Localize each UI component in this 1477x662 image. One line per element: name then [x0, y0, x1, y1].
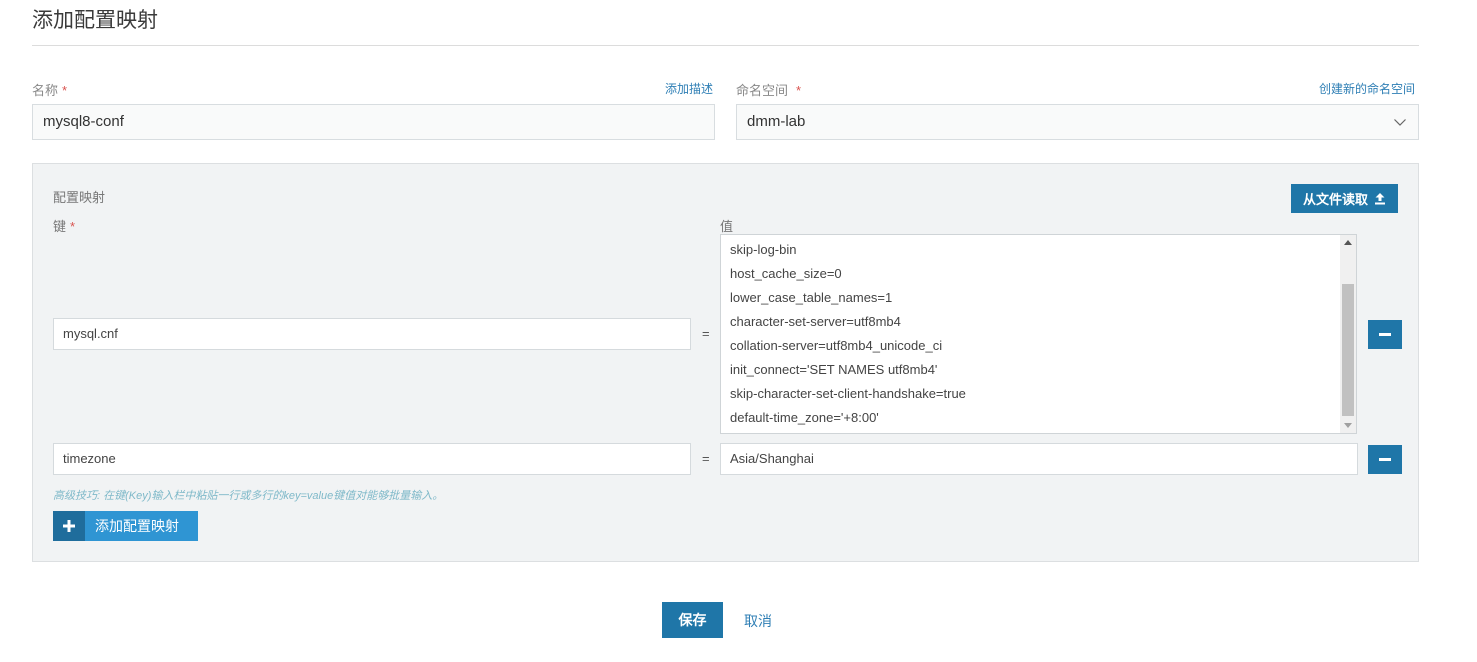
- key-input[interactable]: mysql.cnf: [53, 318, 691, 350]
- namespace-select[interactable]: dmm-lab: [736, 104, 1419, 140]
- config-map-section-label: 配置映射: [53, 190, 106, 205]
- namespace-select-value: dmm-lab: [747, 113, 806, 130]
- required-mark: *: [796, 83, 802, 98]
- namespace-label: 命名空间 *: [736, 80, 801, 99]
- scrollbar-thumb[interactable]: [1342, 284, 1354, 416]
- textarea-scrollbar[interactable]: [1340, 235, 1356, 433]
- upload-icon: [1375, 193, 1385, 205]
- add-config-map-label: 添加配置映射: [95, 518, 179, 534]
- equals-sign: =: [702, 451, 710, 466]
- key-input[interactable]: timezone: [53, 443, 691, 475]
- value-line: character-set-server=utf8mb4: [730, 314, 901, 329]
- value-line: collation-server=utf8mb4_unicode_ci: [730, 338, 943, 353]
- create-namespace-link[interactable]: 创建新的命名空间: [1319, 80, 1415, 97]
- required-mark: *: [62, 83, 68, 98]
- key-label-text: 键: [53, 219, 67, 234]
- save-button[interactable]: 保存: [662, 602, 723, 638]
- title-divider: [32, 45, 1419, 46]
- value-textarea[interactable]: skip-log-bin host_cache_size=0 lower_cas…: [720, 234, 1357, 434]
- name-label-text: 名称: [32, 83, 59, 98]
- page-title: 添加配置映射: [32, 9, 158, 32]
- key-column-label: 键 *: [53, 216, 75, 235]
- name-label: 名称 *: [32, 80, 67, 99]
- equals-sign: =: [702, 326, 710, 341]
- remove-entry-button[interactable]: [1368, 320, 1402, 349]
- value-line: lower_case_table_names=1: [730, 290, 893, 305]
- value-input[interactable]: Asia/Shanghai: [720, 443, 1358, 475]
- cancel-link[interactable]: 取消: [744, 611, 772, 631]
- value-line: skip-character-set-client-handshake=true: [730, 386, 966, 401]
- read-from-file-button[interactable]: 从文件读取: [1291, 184, 1398, 213]
- value-column-label: 值: [720, 219, 734, 234]
- remove-entry-button[interactable]: [1368, 445, 1402, 474]
- namespace-label-text: 命名空间: [736, 83, 789, 98]
- add-description-link[interactable]: 添加描述: [665, 80, 713, 97]
- bulk-input-hint: 高级技巧: 在键(Key)输入栏中粘贴一行或多行的key=value键值对能够批…: [53, 490, 444, 502]
- value-line: skip-log-bin: [730, 242, 797, 257]
- required-mark: *: [70, 219, 76, 234]
- name-input[interactable]: mysql8-conf: [32, 104, 715, 140]
- plus-icon: [53, 511, 85, 541]
- value-line: init_connect='SET NAMES utf8mb4': [730, 362, 938, 377]
- value-line: host_cache_size=0: [730, 266, 842, 281]
- scroll-up-arrow-icon[interactable]: [1344, 240, 1352, 245]
- chevron-down-icon: [1394, 119, 1406, 126]
- scroll-down-arrow-icon[interactable]: [1344, 423, 1352, 428]
- value-line: default-time_zone='+8:00': [730, 410, 879, 425]
- add-config-map-button[interactable]: 添加配置映射: [53, 511, 198, 541]
- minus-icon: [1379, 458, 1391, 461]
- read-from-file-label: 从文件读取: [1302, 192, 1368, 207]
- minus-icon: [1379, 333, 1391, 336]
